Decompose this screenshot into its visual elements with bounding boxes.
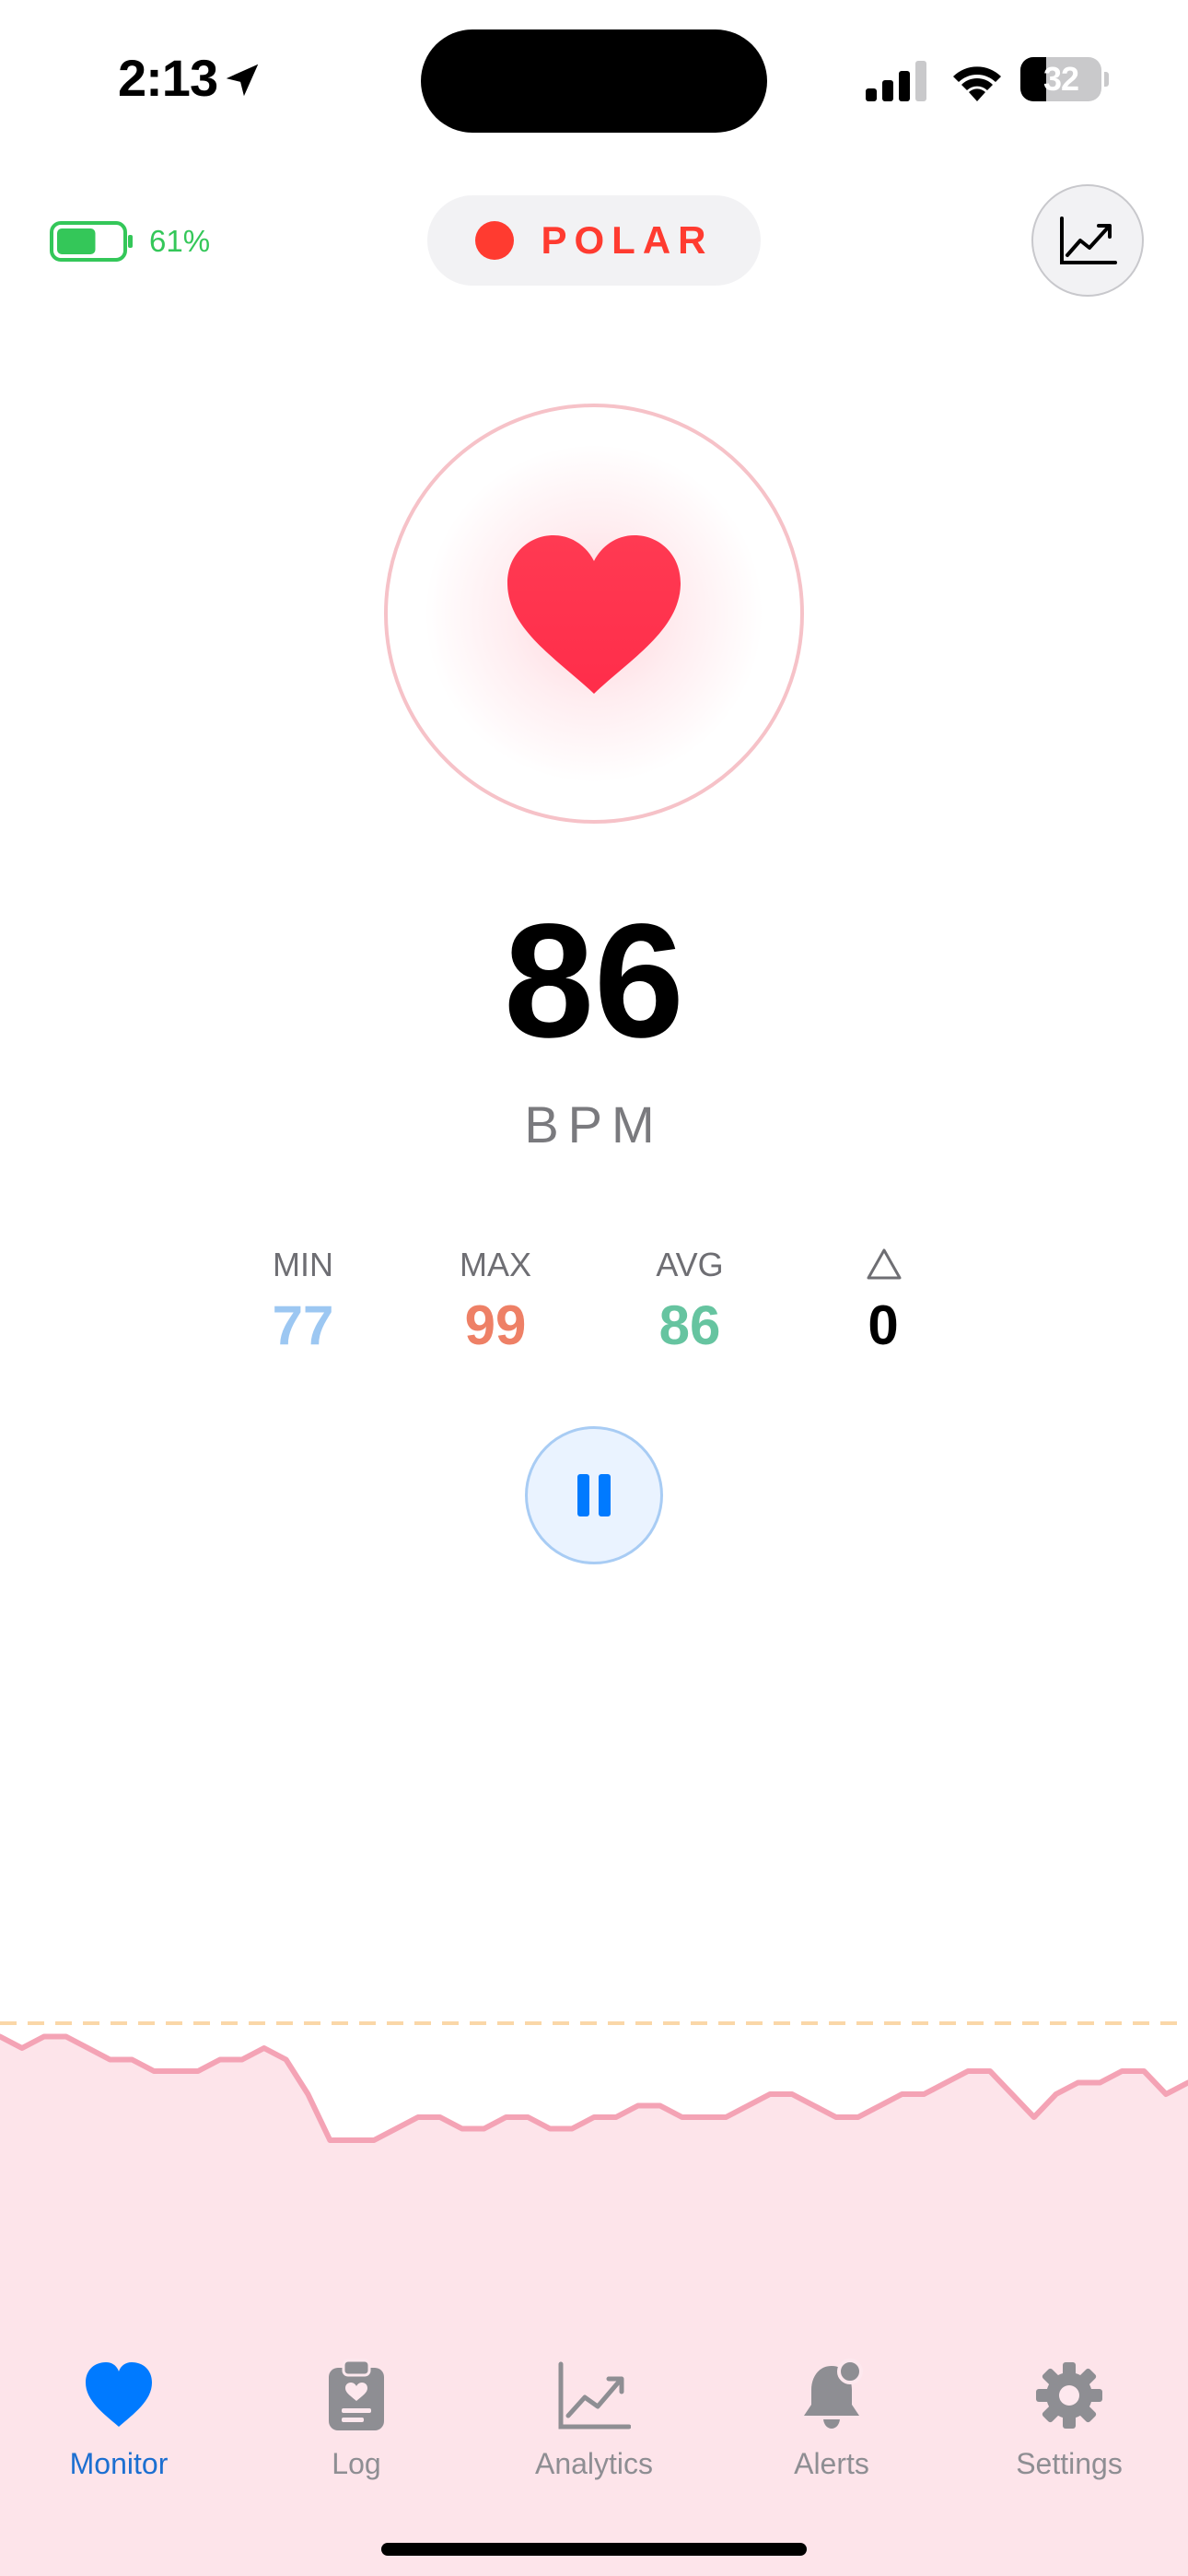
chart-button[interactable] bbox=[1031, 184, 1144, 297]
stat-min-label: MIN bbox=[273, 1246, 333, 1283]
tab-log[interactable]: Log bbox=[238, 2359, 475, 2506]
stat-min-value: 77 bbox=[272, 1294, 334, 1356]
connection-status-dot bbox=[474, 221, 514, 260]
stat-max-label: MAX bbox=[459, 1246, 531, 1283]
home-indicator bbox=[381, 2543, 807, 2556]
pause-icon bbox=[577, 1474, 611, 1516]
dynamic-island bbox=[421, 29, 767, 133]
stat-avg-label: AVG bbox=[656, 1246, 724, 1283]
location-arrow-icon bbox=[226, 64, 259, 97]
tab-label-log: Log bbox=[332, 2447, 381, 2480]
tab-monitor[interactable]: Monitor bbox=[0, 2359, 238, 2506]
stat-delta-value: 0 bbox=[868, 1294, 899, 1356]
heart-rate-value: 86 bbox=[504, 891, 684, 1071]
tab-analytics[interactable]: Analytics bbox=[475, 2359, 713, 2506]
heart-rate-unit: BPM bbox=[524, 1095, 664, 1153]
cellular-signal-icon bbox=[866, 61, 926, 101]
pause-button[interactable] bbox=[525, 1426, 663, 1564]
tab-alerts[interactable]: Alerts bbox=[713, 2359, 950, 2506]
status-time: 2:13 bbox=[118, 49, 218, 107]
status-battery: 32 bbox=[1020, 57, 1109, 101]
wifi-icon bbox=[953, 66, 1001, 101]
gear-icon bbox=[1036, 2362, 1102, 2429]
stat-avg-value: 86 bbox=[658, 1294, 721, 1356]
sensor-battery-icon bbox=[50, 221, 133, 262]
analytics-chart-icon bbox=[558, 2361, 631, 2430]
tab-label-alerts: Alerts bbox=[794, 2447, 869, 2480]
bell-icon bbox=[804, 2359, 863, 2429]
heart-icon bbox=[86, 2362, 152, 2427]
line-chart-icon bbox=[1060, 217, 1117, 264]
delta-triangle-icon bbox=[867, 1248, 902, 1280]
device-connection-pill[interactable]: POLAR bbox=[427, 195, 761, 286]
tab-label-analytics: Analytics bbox=[534, 2447, 654, 2480]
sensor-battery-percent: 61% bbox=[149, 224, 211, 258]
status-battery-percent: 32 bbox=[1042, 60, 1079, 98]
tab-label-monitor: Monitor bbox=[69, 2447, 169, 2480]
tab-label-settings: Settings bbox=[1016, 2447, 1123, 2480]
clipboard-icon bbox=[329, 2359, 384, 2430]
device-name: POLAR bbox=[541, 218, 714, 262]
stat-max-value: 99 bbox=[464, 1294, 527, 1356]
heart-icon bbox=[507, 535, 681, 694]
tab-settings[interactable]: Settings bbox=[950, 2359, 1188, 2506]
